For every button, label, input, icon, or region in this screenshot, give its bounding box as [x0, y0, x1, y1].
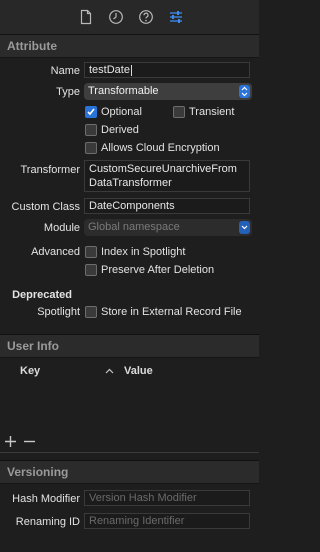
key-column-header[interactable]: Key	[20, 365, 40, 377]
transient-checkbox[interactable]	[173, 106, 185, 118]
spotlight-label: Spotlight	[37, 306, 80, 318]
derived-checkbox[interactable]	[85, 124, 97, 136]
preserve-deletion-label: Preserve After Deletion	[101, 264, 215, 276]
sliders-icon[interactable]	[168, 9, 184, 25]
index-spotlight-checkbox[interactable]	[85, 246, 97, 258]
optional-checkbox[interactable]	[85, 106, 97, 118]
versioning-section-title: Versioning	[7, 465, 69, 479]
custom-class-field[interactable]: DateComponents	[84, 198, 250, 214]
module-placeholder: Global namespace	[88, 221, 180, 233]
index-spotlight-label: Index in Spotlight	[101, 246, 186, 258]
cloud-encryption-label: Allows Cloud Encryption	[101, 142, 220, 154]
deprecated-label: Deprecated	[12, 289, 72, 301]
store-external-label: Store in External Record File	[101, 306, 242, 318]
optional-label: Optional	[101, 106, 142, 118]
type-label: Type	[56, 86, 80, 98]
transformer-field[interactable]: CustomSecureUnarchiveFrom DataTransforme…	[84, 160, 250, 192]
sort-ascending-icon[interactable]	[105, 368, 114, 374]
user-info-section-title: User Info	[7, 339, 60, 353]
add-icon[interactable]	[4, 435, 17, 448]
renaming-id-placeholder: Renaming Identifier	[89, 515, 185, 527]
transformer-value-line1: CustomSecureUnarchiveFrom	[89, 163, 237, 175]
store-external-checkbox[interactable]	[85, 306, 97, 318]
chevron-updown-icon	[239, 85, 250, 98]
value-column-header[interactable]: Value	[124, 365, 153, 377]
name-field[interactable]: testDate	[84, 62, 250, 78]
transformer-value-line2: DataTransformer	[89, 177, 172, 189]
renaming-id-field[interactable]: Renaming Identifier	[84, 513, 250, 529]
checkmark-icon	[87, 108, 95, 116]
name-label: Name	[50, 65, 80, 77]
help-icon[interactable]	[138, 9, 154, 25]
transient-label: Transient	[189, 106, 235, 118]
attribute-section-title: Attribute	[7, 39, 57, 53]
custom-class-label: Custom Class	[11, 201, 80, 213]
hash-modifier-field[interactable]: Version Hash Modifier	[84, 490, 250, 506]
user-info-table-header: Key Value	[0, 360, 259, 383]
cloud-encryption-checkbox[interactable]	[85, 142, 97, 154]
module-combo[interactable]: Global namespace	[84, 219, 252, 236]
preserve-deletion-checkbox[interactable]	[85, 264, 97, 276]
user-info-table[interactable]	[0, 382, 259, 432]
type-popup[interactable]: Transformable	[84, 83, 252, 100]
type-value: Transformable	[88, 85, 159, 97]
custom-class-value: DateComponents	[89, 200, 175, 212]
user-info-section-header: User Info	[0, 334, 259, 358]
hash-modifier-placeholder: Version Hash Modifier	[89, 492, 197, 504]
clock-icon[interactable]	[108, 9, 124, 25]
hash-modifier-label: Hash Modifier	[12, 493, 80, 505]
text-caret	[130, 64, 132, 76]
module-label: Module	[43, 222, 80, 234]
divider	[0, 452, 259, 453]
document-icon[interactable]	[78, 9, 94, 25]
transformer-label: Transformer	[20, 164, 81, 176]
advanced-label: Advanced	[31, 246, 80, 258]
name-value: testDate	[89, 64, 130, 76]
chevron-down-icon[interactable]	[239, 221, 250, 234]
derived-label: Derived	[101, 124, 139, 136]
versioning-section-header: Versioning	[0, 460, 259, 484]
inspector-toolbar	[0, 0, 259, 35]
attribute-section-header: Attribute	[0, 34, 259, 58]
renaming-id-label: Renaming ID	[15, 516, 80, 528]
remove-icon[interactable]	[23, 435, 36, 448]
